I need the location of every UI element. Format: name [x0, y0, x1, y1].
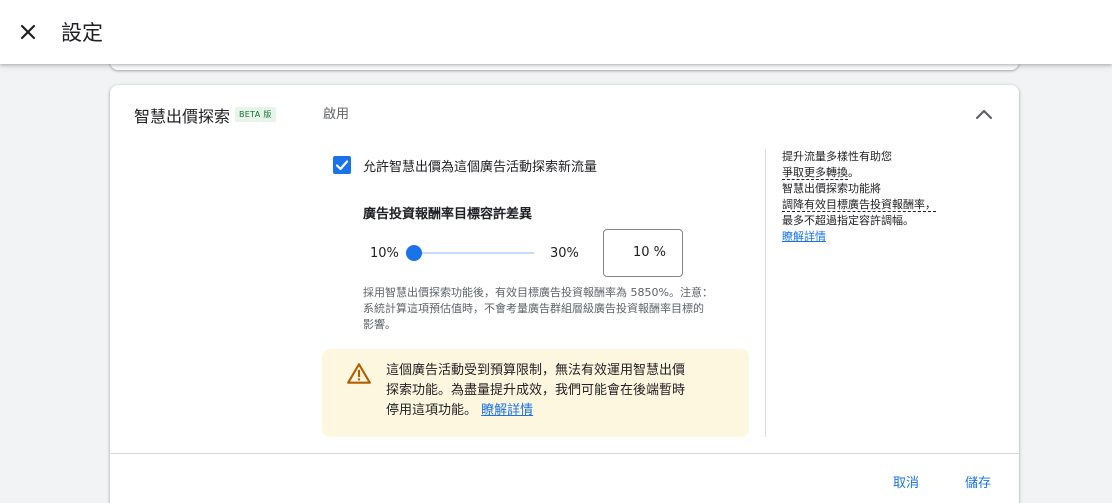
tolerance-title: 廣告投資報酬率目標容許差異 [363, 207, 533, 222]
conversions-tooltip-term[interactable]: 爭取更多轉換 [782, 166, 848, 180]
slider-max-label: 30% [550, 246, 579, 261]
budget-warning: 這個廣告活動受到預算限制，無法有效運用智慧出價 探索功能。為盡量提升成效，我們可… [322, 349, 749, 437]
smart-bidding-exploration-card: 智慧出價探索 BETA 版 啟用 允許智慧出價為這個廣告活動探索新流量 廣告投資… [110, 85, 1019, 503]
slider-thumb[interactable] [406, 245, 422, 261]
warning-learn-more-link[interactable]: 瞭解詳情 [481, 403, 533, 418]
slider-min-label: 10% [370, 246, 399, 261]
beta-badge: BETA 版 [235, 107, 276, 122]
help-panel: 提升流量多樣性有助您 爭取更多轉換。 智慧出價探索功能將 調降有效目標廣告投資報… [782, 150, 936, 243]
page-title: 設定 [61, 21, 103, 45]
vertical-divider [765, 149, 766, 437]
allow-exploration-checkbox[interactable] [333, 156, 351, 174]
footer-divider [110, 453, 1019, 454]
warning-text: 這個廣告活動受到預算限制，無法有效運用智慧出價 探索功能。為盡量提升成效，我們可… [386, 363, 686, 418]
slider-track[interactable] [414, 252, 534, 254]
cancel-button[interactable]: 取消 [893, 472, 919, 491]
checkbox-label[interactable]: 允許智慧出價為這個廣告活動探索新流量 [363, 156, 597, 175]
checkmark-icon [335, 160, 349, 171]
help-learn-more-link[interactable]: 瞭解詳情 [782, 230, 826, 243]
save-button[interactable]: 儲存 [965, 472, 991, 491]
warning-icon [347, 363, 371, 384]
section-title: 智慧出價探索 [134, 107, 231, 126]
roas-note: 採用智慧出價探索功能後，有效目標廣告投資報酬率為 5850%。注意： 系統計算這… [363, 286, 713, 331]
close-icon[interactable] [16, 20, 40, 44]
roas-tooltip-term[interactable]: 調降有效目標廣告投資報酬率， [782, 198, 936, 212]
chevron-up-icon[interactable] [972, 103, 996, 127]
section-summary: 啟用 [323, 107, 350, 122]
top-app-bar: 設定 [0, 0, 1112, 64]
tolerance-input[interactable]: 10 % [603, 229, 683, 277]
tolerance-input-value: 10 % [632, 245, 666, 260]
